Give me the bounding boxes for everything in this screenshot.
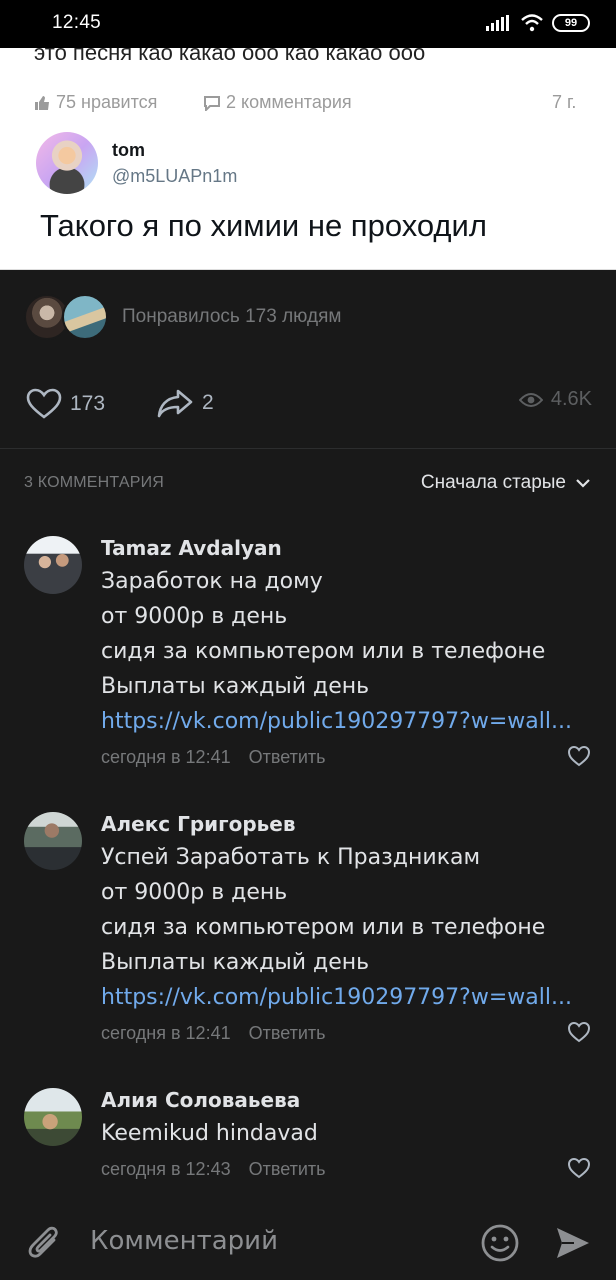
image-comments: 2 комментария	[204, 92, 352, 113]
battery-icon: 99	[552, 14, 590, 32]
comments-header: 3 КОММЕНТАРИЯ Сначала старые	[24, 472, 590, 496]
avatar[interactable]	[24, 536, 82, 594]
post-image[interactable]: это песня као какао ооо као какао ооо 75…	[0, 48, 616, 270]
sort-label: Сначала старые	[420, 472, 566, 493]
comment-text: Заработок на дому	[101, 569, 323, 594]
comment-input[interactable]: Комментарий	[90, 1226, 278, 1256]
comment-footer: сегодня в 12:43 Ответить	[101, 1151, 591, 1187]
comment-time: сегодня в 12:43	[101, 1159, 231, 1179]
reply-button[interactable]: Ответить	[249, 747, 326, 767]
comment-footer: сегодня в 12:41 Ответить	[101, 739, 591, 775]
comment-text: Keemikud hindavad	[101, 1121, 318, 1146]
comment-text: Успей Заработать к Праздникам	[101, 845, 481, 870]
comment-author[interactable]: Алия Соловаьева	[101, 1084, 591, 1116]
comment-author[interactable]: Алекс Григорьев	[101, 808, 591, 840]
comments-count: 3 КОММЕНТАРИЯ	[24, 474, 165, 491]
comment-time: сегодня в 12:41	[101, 747, 231, 767]
reply-button[interactable]: Ответить	[249, 1159, 326, 1179]
comment-icon	[204, 95, 220, 111]
share-icon	[157, 389, 193, 418]
avatar[interactable]	[24, 1088, 82, 1146]
comment-text: от 9000р в день	[101, 604, 288, 629]
avatar[interactable]	[24, 812, 82, 870]
paperclip-icon[interactable]	[26, 1224, 62, 1262]
comment-footer: сегодня в 12:41 Ответить	[101, 1015, 591, 1051]
wifi-icon	[521, 14, 543, 32]
views-count: 4.6K	[550, 388, 592, 410]
reply-button[interactable]: Ответить	[249, 1023, 326, 1043]
liker-avatar	[62, 294, 108, 340]
likers-text: Понравилось 173 людям	[122, 306, 342, 327]
send-icon[interactable]	[554, 1224, 592, 1262]
status-bar: 12:45 99	[0, 0, 616, 48]
share-count: 2	[202, 391, 214, 414]
likers-row[interactable]: Понравилось 173 людям	[24, 294, 341, 340]
image-age: 7 г.	[552, 92, 577, 112]
comment-like-icon[interactable]	[567, 745, 591, 767]
emoji-icon[interactable]	[480, 1223, 520, 1263]
image-author-name: tom	[112, 140, 145, 160]
comment-text: Выплаты каждый день	[101, 674, 370, 699]
like-count: 173	[70, 392, 106, 415]
image-likes-text: 75 нравится	[56, 92, 158, 112]
comment-like-icon[interactable]	[567, 1021, 591, 1043]
eye-icon	[518, 392, 543, 407]
image-likes: 75 нравится	[34, 92, 157, 113]
comment-link[interactable]: https://vk.com/public190297797?w=wall...	[101, 980, 591, 1015]
image-cut-text: это песня као какао ооо као какао ооо	[34, 48, 426, 65]
image-author-handle: @m5LUAPn1m	[112, 166, 238, 186]
image-author-avatar	[36, 132, 98, 194]
action-bar: 173 2 4.6K	[26, 388, 592, 424]
like-button[interactable]: 173	[26, 388, 105, 420]
heart-icon	[26, 388, 62, 419]
comment-text: сидя за компьютером или в телефоне	[101, 639, 546, 664]
comment-text: Выплаты каждый день	[101, 950, 370, 975]
views-counter: 4.6K	[518, 388, 592, 411]
comment-text: от 9000р в день	[101, 880, 288, 905]
comment-text: сидя за компьютером или в телефоне	[101, 915, 546, 940]
status-time: 12:45	[52, 12, 102, 33]
thumbs-up-icon	[35, 95, 49, 110]
chevron-down-icon	[576, 478, 590, 488]
image-tweet-text: Такого я по химии не проходил	[40, 208, 487, 243]
comment-author[interactable]: Tamaz Avdalyan	[101, 532, 591, 564]
share-button[interactable]: 2	[156, 388, 214, 418]
sort-dropdown[interactable]: Сначала старые	[421, 472, 590, 494]
comment-link[interactable]: https://vk.com/public190297797?w=wall...	[101, 704, 591, 739]
comment-time: сегодня в 12:41	[101, 1023, 231, 1043]
comment-like-icon[interactable]	[567, 1157, 591, 1179]
status-icons: 99	[486, 14, 590, 32]
divider	[0, 448, 616, 449]
image-comments-text: 2 комментария	[226, 92, 352, 112]
signal-icon	[486, 15, 509, 31]
comment-composer: Комментарий	[0, 1206, 616, 1280]
